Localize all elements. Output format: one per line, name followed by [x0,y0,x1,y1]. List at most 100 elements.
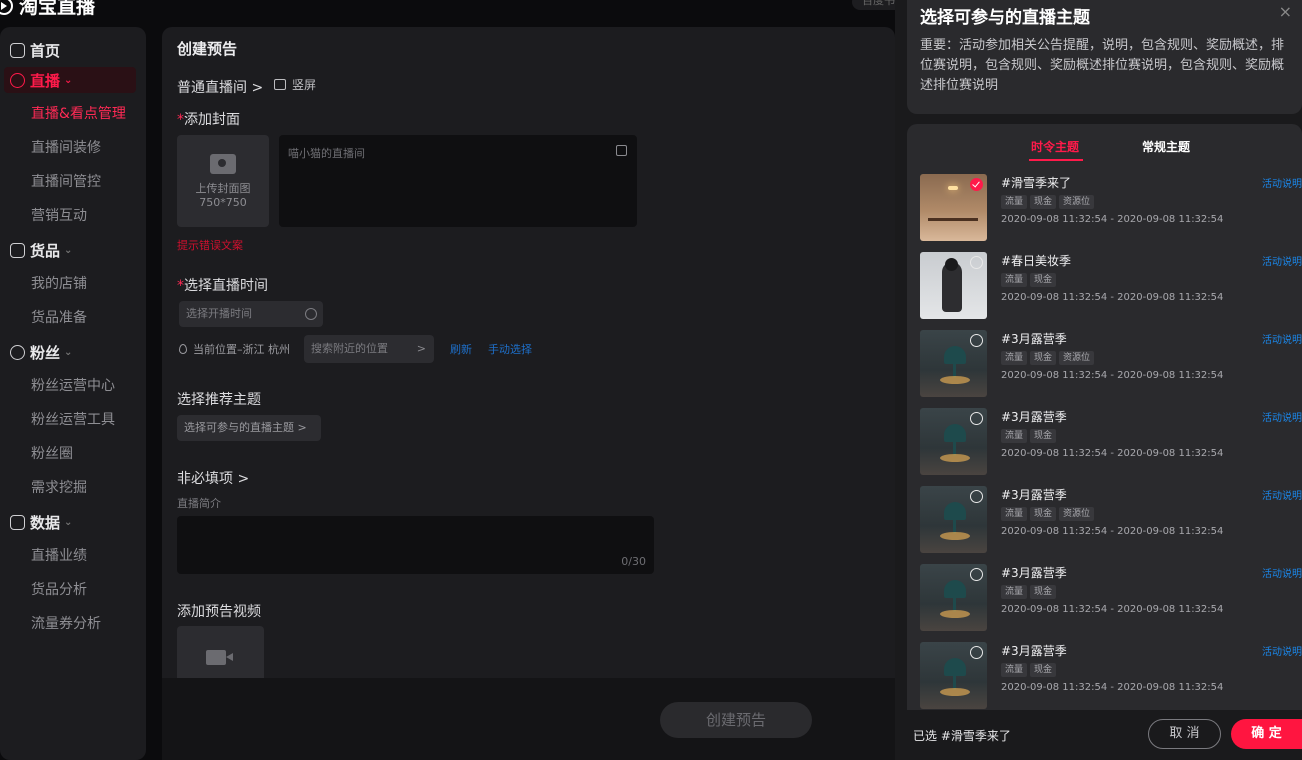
topic-label: 选择推荐主题 [177,392,261,408]
current-location: 当前位置–浙江 杭州 [193,343,290,356]
location-pin-icon [179,344,187,354]
topic-tag: 现金 [1030,195,1057,209]
activity-info-link[interactable]: 活动说明 [1262,487,1302,502]
optional-section-toggle[interactable]: 非必填项 > [177,468,249,488]
topic-tag: 现金 [1030,351,1057,365]
sidebar-item-fans-circle[interactable]: 粉丝圈 [0,437,146,471]
sidebar-item-fans-center[interactable]: 粉丝运营中心 [0,369,146,403]
topic-thumbnail [920,330,987,397]
cancel-button[interactable]: 取 消 [1148,719,1221,749]
topic-item[interactable]: #3月露营季 流量 现金 资源位 2020-09-08 11:32:54 - 2020-… [920,330,1302,398]
topic-tag: 资源位 [1059,351,1095,365]
sidebar-item-fans-tools[interactable]: 粉丝运营工具 [0,403,146,437]
refresh-link[interactable]: 刷新 [450,341,472,357]
close-icon[interactable]: × [1279,2,1292,21]
sidebar-item-goods-prep[interactable]: 货品准备 [0,301,146,335]
cover-size-label: 750*750 [199,196,247,209]
video-upload[interactable] [177,626,264,678]
topic-tag: 流量 [1001,195,1028,209]
nav-home[interactable]: 首页 [0,33,146,67]
topic-item[interactable]: #滑雪季来了 流量 现金 资源位 2020-09-08 11:32:54 - 2020-… [920,174,1302,242]
tab-regular[interactable]: 常规主题 [1142,138,1190,155]
nav-home-label: 首页 [30,41,61,60]
radio-unchecked-icon[interactable] [970,490,983,503]
topic-tag: 流量 [1001,273,1028,287]
sidebar-item-live-perf[interactable]: 直播业绩 [0,539,146,573]
nav-group-live[interactable]: 直播 ⌄ [4,67,136,93]
cover-upload[interactable]: 上传封面图 750*750 [177,135,269,227]
sidebar-item-my-shop[interactable]: 我的店铺 [0,267,146,301]
radio-checked-icon[interactable] [970,178,983,191]
video-camera-icon [206,650,233,665]
form-footer: 创建预告 [162,678,895,760]
topic-title: #春日美妆季 [1001,254,1072,268]
chevron-down-icon: ⌄ [64,74,73,86]
topic-item[interactable]: #春日美妆季 流量 现金 2020-09-08 11:32:54 - 2020-09-… [920,252,1302,320]
room-type-selector[interactable]: 普通直播间 > [177,77,263,97]
radio-unchecked-icon[interactable] [970,568,983,581]
title-input[interactable]: 喵小猫的直播间 [279,135,637,227]
clock-icon [305,308,317,320]
topic-item[interactable]: #3月露营季 流量 现金 2020-09-08 11:32:54 - 2020-09-… [920,564,1302,632]
topic-thumbnail [920,174,987,241]
sidebar-item-goods-analysis[interactable]: 货品分析 [0,573,146,607]
page-title: 创建预告 [177,40,238,58]
selected-summary: 已选 #滑雪季来了 [913,729,1011,743]
topic-drawer: 选择可参与的直播主题 × 重要：活动参加相关公告提醒，说明，包含规则、奖励概述，… [895,0,1302,760]
topic-tag: 流量 [1001,351,1028,365]
confirm-button[interactable]: 确 定 [1231,719,1302,749]
sidebar-item-marketing[interactable]: 营销互动 [0,199,146,233]
create-preview-button[interactable]: 创建预告 [660,702,812,738]
topic-list-panel: 时令主题 常规主题 #滑雪季来了 流量 现金 资源位 2020-09-08 11:32:… [907,124,1302,710]
activity-info-link[interactable]: 活动说明 [1262,409,1302,424]
nav-group-goods[interactable]: 货品 ⌄ [0,233,146,267]
topic-tag: 现金 [1030,507,1057,521]
topic-tags: 流量 现金 [1001,663,1057,677]
radio-unchecked-icon[interactable] [970,412,983,425]
live-icon [10,72,25,88]
manual-select-link[interactable]: 手动选择 [488,341,532,357]
tab-seasonal[interactable]: 时令主题 [1028,138,1084,161]
app-root: 淘宝直播 百度书 首页 直播 ⌄ 直播&看点管理 直播间装修 直播间管控 营销互… [0,0,1302,760]
start-time-picker[interactable]: 选择开播时间 [179,301,323,327]
topic-time-range: 2020-09-08 11:32:54 - 2020-09-08 11:32:5… [1001,526,1224,537]
activity-info-link[interactable]: 活动说明 [1262,565,1302,580]
sidebar-item-demand[interactable]: 需求挖掘 [0,471,146,505]
notice-text: 重要：活动参加相关公告提醒，说明，包含规则、奖励概述，排位赛说明，包含规则、奖励… [920,38,1285,93]
radio-unchecked-icon[interactable] [970,334,983,347]
topic-tag: 现金 [1030,273,1057,287]
sidebar-item-live-manage[interactable]: 直播&看点管理 [0,97,146,131]
topic-tags: 流量 现金 [1001,585,1057,599]
video-label: 添加预告视频 [177,604,261,620]
activity-info-link[interactable]: 活动说明 [1262,175,1302,190]
sidebar-item-room-decor[interactable]: 直播间装修 [0,131,146,165]
intro-textarea[interactable]: 0/30 [177,516,654,574]
location-search-input[interactable]: 搜索附近的位置 > [304,335,434,363]
topic-item[interactable]: #3月露营季 流量 现金 2020-09-08 11:32:54 - 2020-09-… [920,642,1302,710]
activity-info-link[interactable]: 活动说明 [1262,331,1302,346]
topic-tag: 流量 [1001,507,1028,521]
edit-icon[interactable] [616,145,627,156]
select-topic-button[interactable]: 选择可参与的直播主题 > [177,415,321,441]
logo-icon [0,0,13,15]
topic-title: #3月露营季 [1001,332,1067,346]
orientation-toggle[interactable]: 竖屏 [274,76,316,93]
activity-info-link[interactable]: 活动说明 [1262,253,1302,268]
goods-icon [10,242,25,258]
logo[interactable]: 淘宝直播 [0,0,95,19]
sidebar-item-room-control[interactable]: 直播间管控 [0,165,146,199]
topic-tag: 资源位 [1059,195,1095,209]
topic-item[interactable]: #3月露营季 流量 现金 2020-09-08 11:32:54 - 2020-09-… [920,408,1302,476]
nav-group-data[interactable]: 数据 ⌄ [0,505,146,539]
topic-item[interactable]: #3月露营季 流量 现金 资源位 2020-09-08 11:32:54 - 2020-… [920,486,1302,554]
location-row: 当前位置–浙江 杭州 搜索附近的位置 > 刷新 手动选择 [179,335,532,363]
topic-time-range: 2020-09-08 11:32:54 - 2020-09-08 11:32:5… [1001,448,1224,459]
topic-tag: 流量 [1001,429,1028,443]
radio-unchecked-icon[interactable] [970,646,983,659]
activity-info-link[interactable]: 活动说明 [1262,643,1302,658]
topic-thumbnail [920,642,987,709]
fans-icon [10,344,25,360]
nav-group-fans[interactable]: 粉丝 ⌄ [0,335,146,369]
sidebar-item-coupon-analysis[interactable]: 流量券分析 [0,607,146,641]
radio-unchecked-icon[interactable] [970,256,983,269]
